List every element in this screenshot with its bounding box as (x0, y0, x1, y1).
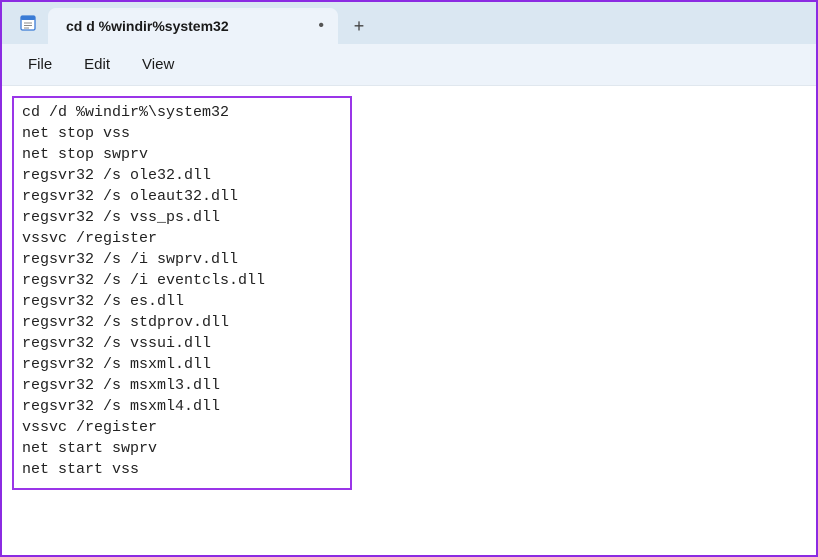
menubar: File Edit View (2, 44, 816, 86)
plus-icon: + (354, 16, 365, 37)
titlebar: cd d %windir%system32 • + (2, 2, 816, 44)
tab-dirty-indicator-icon[interactable]: • (318, 17, 324, 35)
document-text[interactable]: cd /d %windir%\system32 net stop vss net… (22, 102, 342, 480)
tab-document[interactable]: cd d %windir%system32 • (48, 8, 338, 44)
new-tab-button[interactable]: + (338, 8, 380, 44)
annotation-highlight-box: cd /d %windir%\system32 net stop vss net… (12, 96, 352, 490)
menu-edit[interactable]: Edit (70, 50, 124, 79)
text-editor-area[interactable]: cd /d %windir%\system32 net stop vss net… (2, 86, 816, 555)
app-notepad-icon (8, 2, 48, 44)
tab-title: cd d %windir%system32 (66, 18, 308, 34)
menu-file[interactable]: File (14, 50, 66, 79)
menu-view[interactable]: View (128, 50, 188, 79)
